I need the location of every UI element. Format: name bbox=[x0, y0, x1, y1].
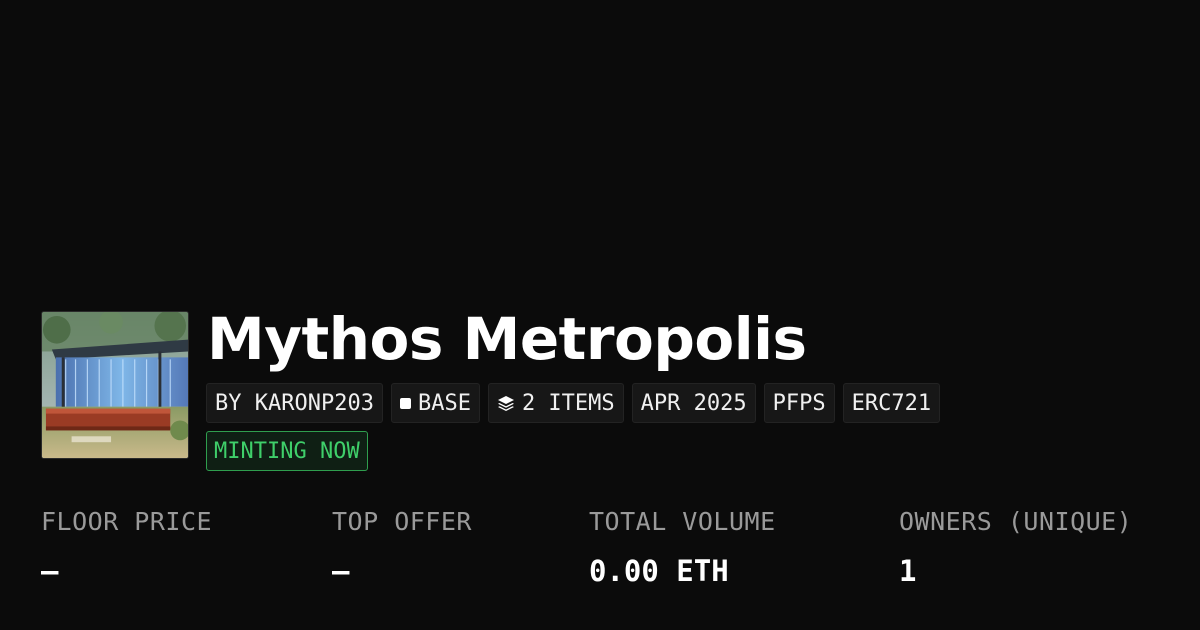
chain-tag[interactable]: BASE bbox=[390, 383, 480, 423]
date-tag[interactable]: APR 2025 bbox=[631, 383, 756, 423]
category-tag-label: PFPS bbox=[772, 390, 826, 416]
total-volume-label: TOTAL VOLUME bbox=[589, 507, 776, 536]
standard-tag-label: ERC721 bbox=[851, 390, 932, 416]
creator-tag[interactable]: BY KARONP203 bbox=[206, 383, 383, 423]
owners-label: OWNERS (UNIQUE) bbox=[899, 507, 1133, 536]
collection-title: Mythos Metropolis bbox=[207, 305, 807, 373]
items-count-tag[interactable]: 2 ITEMS bbox=[487, 383, 624, 423]
total-volume-stat: TOTAL VOLUME 0.00 ETH bbox=[589, 506, 776, 587]
top-offer-value: – bbox=[332, 554, 350, 588]
top-offer-label: TOP OFFER bbox=[332, 507, 472, 536]
floor-price-value: – bbox=[41, 554, 59, 588]
date-tag-label: APR 2025 bbox=[640, 390, 747, 416]
minting-status-badge[interactable]: MINTING NOW bbox=[206, 431, 368, 471]
owners-value: 1 bbox=[899, 554, 917, 588]
floor-price-label: FLOOR PRICE bbox=[41, 507, 213, 536]
owners-stat: OWNERS (UNIQUE) 1 bbox=[899, 506, 1132, 587]
minting-status-label: MINTING NOW bbox=[214, 438, 360, 464]
layers-icon bbox=[497, 394, 515, 412]
standard-tag[interactable]: ERC721 bbox=[842, 383, 941, 423]
creator-tag-label: BY KARONP203 bbox=[215, 390, 374, 416]
collection-thumbnail[interactable] bbox=[41, 311, 189, 459]
category-tag[interactable]: PFPS bbox=[763, 383, 835, 423]
chain-square-icon bbox=[399, 397, 411, 409]
items-count-label: 2 ITEMS bbox=[521, 390, 615, 416]
total-volume-value: 0.00 ETH bbox=[589, 554, 729, 588]
top-offer-stat: TOP OFFER – bbox=[332, 506, 472, 587]
collection-artwork-image bbox=[42, 312, 188, 458]
chain-tag-label: BASE bbox=[417, 390, 471, 416]
collection-tags: BY KARONP203 BASE 2 ITEMS APR 2025 PFPS … bbox=[206, 383, 941, 423]
floor-price-stat: FLOOR PRICE – bbox=[41, 506, 212, 587]
